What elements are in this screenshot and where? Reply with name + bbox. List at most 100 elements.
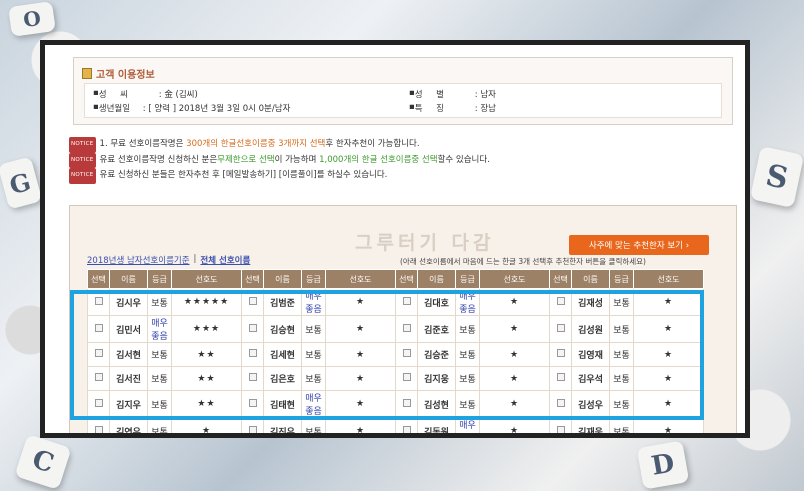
select-cell bbox=[87, 315, 110, 343]
column-header: 등급 bbox=[301, 269, 326, 289]
name-cell: 김승준 bbox=[417, 342, 456, 367]
select-cell bbox=[395, 288, 418, 316]
preference-stars: ★ bbox=[325, 315, 396, 343]
name-cell: 김성원 bbox=[571, 315, 610, 343]
preference-stars: ★ bbox=[479, 315, 550, 343]
name-checkbox[interactable] bbox=[94, 323, 103, 332]
name-checkbox[interactable] bbox=[94, 425, 103, 433]
names-table: 선택 이름 등급 선호도 선택 이름 등급 선호도 선택 이름 등급 선호도 선택 이름 등급 선호도 김시우… bbox=[87, 269, 704, 433]
name-checkbox[interactable] bbox=[402, 425, 411, 433]
grade-cell: 보통 bbox=[609, 390, 634, 418]
surname-label: 성 씨 bbox=[98, 90, 128, 100]
select-cell bbox=[549, 342, 572, 367]
name-checkbox[interactable] bbox=[556, 425, 565, 433]
birth-value: : [ 양력 ] 2018년 3월 3일 0시 0분/남자 bbox=[142, 104, 291, 114]
preference-stars: ★★★ bbox=[171, 315, 242, 343]
name-checkbox[interactable] bbox=[248, 425, 257, 433]
name-checkbox[interactable] bbox=[248, 398, 257, 407]
table-row: 김민서 매우좋음 ★★★ 김승현 보통 ★ 김준호 보통 ★ 김성원 보통 ★ bbox=[87, 315, 704, 343]
grade-cell: 보통 bbox=[609, 342, 634, 367]
column-header: 등급 bbox=[609, 269, 634, 289]
column-header: 선택 bbox=[87, 269, 110, 289]
name-checkbox[interactable] bbox=[248, 373, 257, 381]
preference-stars: ★ bbox=[479, 342, 550, 367]
grade-cell: 보통 bbox=[455, 342, 480, 367]
preference-stars: ★★ bbox=[171, 366, 242, 391]
gender-value: : 남자 bbox=[474, 90, 496, 100]
select-cell bbox=[395, 315, 418, 343]
name-checkbox[interactable] bbox=[556, 373, 565, 381]
name-checkbox[interactable] bbox=[248, 323, 257, 332]
name-cell: 김서진 bbox=[109, 366, 148, 391]
column-header: 선호도 bbox=[633, 269, 704, 289]
name-checkbox[interactable] bbox=[94, 296, 103, 305]
notice-badge: NOTICE bbox=[69, 137, 96, 153]
name-cell: 김영재 bbox=[571, 342, 610, 367]
preference-stars: ★ bbox=[325, 417, 396, 433]
customer-info-box: ▪ 성 씨 : 金 (김씨) ▪ 성 별 : 남자 ▪ 생년월일 : [ 양력 … bbox=[84, 83, 722, 118]
grade-cell: 보통 bbox=[455, 315, 480, 343]
name-checkbox[interactable] bbox=[402, 296, 411, 305]
select-cell bbox=[395, 417, 418, 433]
name-checkbox[interactable] bbox=[94, 373, 103, 381]
birth-label: 생년월일 bbox=[98, 104, 131, 114]
name-checkbox[interactable] bbox=[556, 296, 565, 305]
name-checkbox[interactable] bbox=[94, 349, 103, 357]
name-checkbox[interactable] bbox=[556, 323, 565, 332]
column-header: 이름 bbox=[263, 269, 302, 289]
preference-stars: ★ bbox=[325, 390, 396, 418]
select-cell bbox=[395, 342, 418, 367]
preference-stars: ★ bbox=[325, 288, 396, 316]
bg-tile: G bbox=[0, 156, 43, 210]
notice-text: 할수 있습니다. bbox=[437, 154, 490, 165]
notice-list: NOTICE 1. 무료 선호이름작명은 300개의 한글선호이름중 3개까지 … bbox=[69, 137, 490, 184]
grade-cell: 보통 bbox=[609, 366, 634, 391]
preferred-names-panel: 그루터기 다감 사주에 맞는 추천한자 보기 › 2018년생 남자선호이름기준… bbox=[69, 205, 737, 433]
surname-row: ▪ 성 씨 : 金 (김씨) bbox=[93, 88, 198, 100]
preference-stars: ★ bbox=[479, 366, 550, 391]
name-checkbox[interactable] bbox=[402, 398, 411, 407]
name-cell: 김승현 bbox=[263, 315, 302, 343]
grade-cell: 보통 bbox=[147, 288, 172, 316]
select-cell bbox=[241, 390, 264, 418]
select-cell bbox=[395, 366, 418, 391]
name-checkbox[interactable] bbox=[402, 323, 411, 332]
bg-tile: O bbox=[8, 1, 56, 37]
column-header: 선택 bbox=[395, 269, 418, 289]
select-cell bbox=[549, 366, 572, 391]
grade-cell: 매우좋음 bbox=[301, 288, 326, 316]
name-checkbox[interactable] bbox=[402, 373, 411, 381]
name-cell: 김태현 bbox=[263, 390, 302, 418]
grade-cell: 매우좋음 bbox=[455, 288, 480, 316]
notice-text: 이 가능하며 bbox=[274, 154, 320, 165]
tab-all-names[interactable]: 전체 선호이름 bbox=[200, 254, 250, 266]
name-cell: 김민서 bbox=[109, 315, 148, 343]
select-cell bbox=[87, 342, 110, 367]
watermark-logo: 그루터기 다감 bbox=[355, 232, 495, 254]
name-checkbox[interactable] bbox=[556, 398, 565, 407]
name-checkbox[interactable] bbox=[248, 296, 257, 305]
name-cell: 김성우 bbox=[571, 390, 610, 418]
bg-tile: S bbox=[749, 146, 804, 208]
select-cell bbox=[241, 288, 264, 316]
table-header-row: 선택 이름 등급 선호도 선택 이름 등급 선호도 선택 이름 등급 선호도 선택 이름 등급 선호도 bbox=[87, 269, 704, 289]
grade-cell: 보통 bbox=[147, 366, 172, 391]
preference-stars: ★ bbox=[325, 342, 396, 367]
grade-cell: 보통 bbox=[455, 390, 480, 418]
tab-2018-male-names[interactable]: 2018년생 남자선호이름기준 bbox=[87, 254, 190, 266]
name-checkbox[interactable] bbox=[94, 398, 103, 407]
name-checkbox[interactable] bbox=[556, 349, 565, 357]
preference-stars: ★ bbox=[171, 417, 242, 433]
recommend-hanja-button[interactable]: 사주에 맞는 추천한자 보기 › bbox=[569, 235, 709, 255]
notice-badge: NOTICE bbox=[69, 168, 96, 184]
select-cell bbox=[87, 288, 110, 316]
name-tabs: 2018년생 남자선호이름기준 | 전체 선호이름 bbox=[87, 254, 250, 266]
name-cell: 김시우 bbox=[109, 288, 148, 316]
preference-stars: ★ bbox=[633, 417, 704, 433]
name-checkbox[interactable] bbox=[248, 349, 257, 357]
surname-value: : 金 (김씨) bbox=[158, 90, 198, 100]
name-cell: 김은호 bbox=[263, 366, 302, 391]
grade-cell: 보통 bbox=[301, 417, 326, 433]
select-cell bbox=[549, 390, 572, 418]
name-checkbox[interactable] bbox=[402, 349, 411, 357]
